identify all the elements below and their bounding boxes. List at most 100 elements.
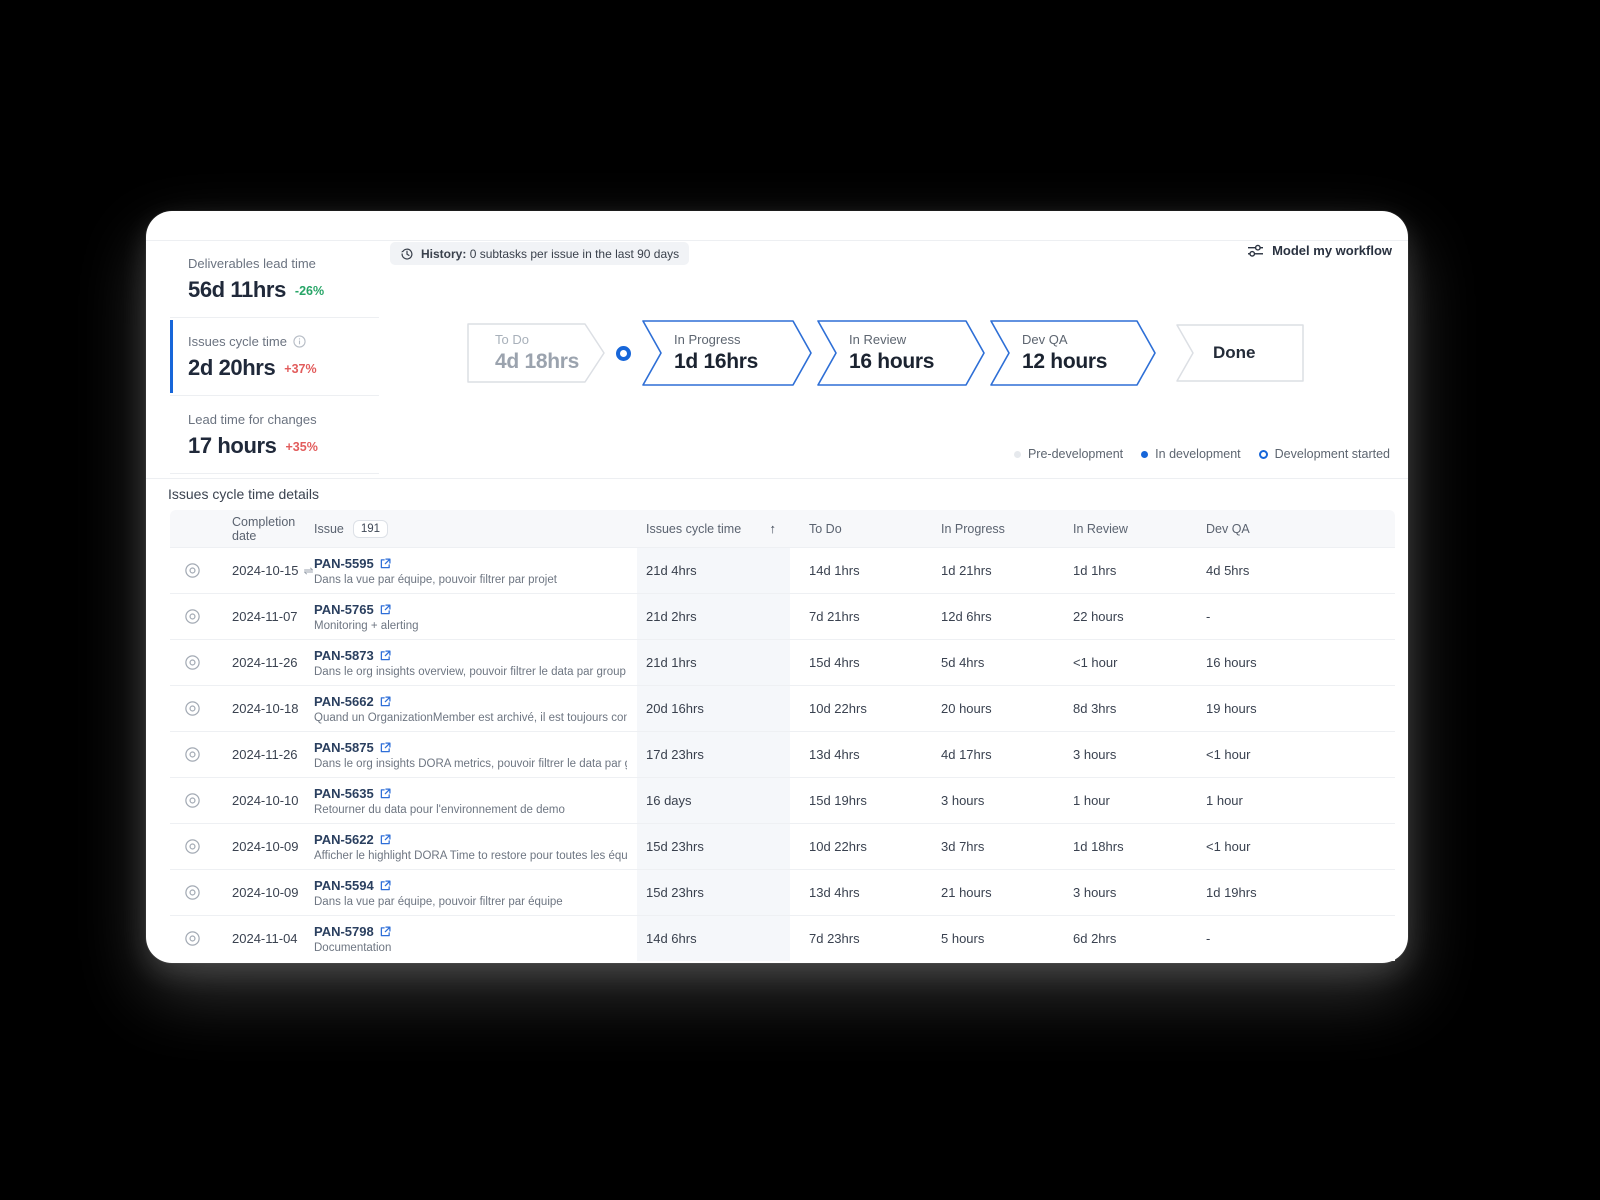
- issue-key-link[interactable]: PAN-5595: [314, 556, 374, 571]
- external-link-icon[interactable]: [380, 926, 391, 937]
- issue-key-link[interactable]: PAN-5873: [314, 648, 374, 663]
- eye-icon[interactable]: [184, 608, 201, 625]
- info-icon: [293, 335, 306, 348]
- cell-issues-cycle-time: 15d 23hrs: [637, 824, 790, 869]
- cell-to-do: 14d 1hrs: [790, 563, 922, 578]
- table-row: 2024-11-07 ⇌ PAN-5765 Monitoring + alert…: [170, 593, 1395, 639]
- issue-key-link[interactable]: PAN-5622: [314, 832, 374, 847]
- workflow-pipeline: To Do 4d 18hrs In Progress 1d 16hrs In R…: [467, 318, 1304, 388]
- cell-in-progress: 12d 6hrs: [922, 609, 1054, 624]
- issue-key-link[interactable]: PAN-5662: [314, 694, 374, 709]
- eye-icon[interactable]: [184, 654, 201, 671]
- stage-label: To Do: [495, 332, 579, 347]
- external-link-icon[interactable]: [380, 880, 391, 891]
- legend-label: Pre-development: [1028, 447, 1123, 461]
- metric-delta: -26%: [295, 284, 324, 298]
- workflow-stage-dev-qa[interactable]: Dev QA 12 hours: [990, 320, 1156, 386]
- external-link-icon[interactable]: [380, 788, 391, 799]
- eye-icon[interactable]: [184, 838, 201, 855]
- table-row: 2024-10-09 ⇌ PAN-5622 Afficher le highli…: [170, 823, 1395, 869]
- eye-icon[interactable]: [184, 746, 201, 763]
- eye-icon[interactable]: [184, 562, 201, 579]
- metric-label: Issues cycle time: [188, 334, 287, 349]
- completion-date: 2024-10-09: [232, 885, 299, 900]
- legend-label: In development: [1155, 447, 1240, 461]
- column-header-issue[interactable]: Issue 191: [314, 520, 637, 538]
- cell-issues-cycle-time: 14d 6hrs: [637, 916, 790, 961]
- cell-in-review: <1 hour: [1054, 655, 1186, 670]
- cell-in-progress: 5 hours: [922, 931, 1054, 946]
- metrics-panel: Deliverables lead time 56d 11hrs -26% Is…: [170, 240, 379, 474]
- cell-in-review: 1d 1hrs: [1054, 563, 1186, 578]
- issue-summary: Dans la vue par équipe, pouvoir filtrer …: [314, 574, 627, 586]
- column-header-to-do[interactable]: To Do: [790, 522, 922, 536]
- cell-to-do: 7d 21hrs: [790, 609, 922, 624]
- workflow-stage-done[interactable]: Done: [1176, 324, 1304, 382]
- eye-icon[interactable]: [184, 930, 201, 947]
- metric-lead-time-for-changes[interactable]: Lead time for changes 17 hours +35%: [170, 396, 379, 474]
- history-pill: History: 0 subtasks per issue in the las…: [390, 242, 689, 265]
- eye-icon[interactable]: [184, 700, 201, 717]
- eye-icon[interactable]: [184, 884, 201, 901]
- cell-to-do: 10d 22hrs: [790, 839, 922, 854]
- swap-icon: ⇌: [304, 564, 314, 578]
- issue-key-link[interactable]: PAN-5635: [314, 786, 374, 801]
- issue-key-link[interactable]: PAN-5798: [314, 924, 374, 939]
- workflow-stage-in-review[interactable]: In Review 16 hours: [817, 320, 985, 386]
- column-header-dev-qa[interactable]: Dev QA: [1186, 522, 1395, 536]
- table-body: 2024-10-15 ⇌ PAN-5595 Dans la vue par éq…: [170, 547, 1395, 961]
- cell-issues-cycle-time: 15d 23hrs: [637, 870, 790, 915]
- issue-key-link[interactable]: PAN-5765: [314, 602, 374, 617]
- model-my-workflow-button[interactable]: Model my workflow: [1247, 243, 1392, 258]
- column-header-in-progress[interactable]: In Progress: [922, 522, 1054, 536]
- external-link-icon[interactable]: [380, 650, 391, 661]
- column-header-in-review[interactable]: In Review: [1054, 522, 1186, 536]
- stage-value: 12 hours: [1022, 350, 1107, 374]
- cell-in-review: 22 hours: [1054, 609, 1186, 624]
- completion-date: 2024-11-07: [232, 609, 298, 624]
- cell-issues-cycle-time: 21d 4hrs: [637, 548, 790, 593]
- cell-in-progress: 4d 17hrs: [922, 747, 1054, 762]
- metric-deliverables-lead-time[interactable]: Deliverables lead time 56d 11hrs -26%: [170, 240, 379, 318]
- cell-in-review: 6d 2hrs: [1054, 931, 1186, 946]
- development-started-marker: [616, 346, 631, 361]
- issue-summary: Documentation: [314, 942, 627, 954]
- issue-summary: Retourner du data pour l'environnement d…: [314, 804, 627, 816]
- table-row: 2024-10-15 ⇌ PAN-5595 Dans la vue par éq…: [170, 547, 1395, 593]
- workflow-stage-todo[interactable]: To Do 4d 18hrs: [467, 323, 605, 383]
- issue-key-link[interactable]: PAN-5594: [314, 878, 374, 893]
- stage-value: 4d 18hrs: [495, 350, 579, 374]
- cell-in-progress: 21 hours: [922, 885, 1054, 900]
- cell-dev-qa: 19 hours: [1186, 701, 1395, 716]
- legend-development-started: Development started: [1259, 447, 1390, 461]
- table-row: 2024-11-26 ⇌ PAN-5873 Dans le org insigh…: [170, 639, 1395, 685]
- issue-summary: Dans le org insights overview, pouvoir f…: [314, 666, 627, 678]
- cell-issues-cycle-time: 21d 2hrs: [637, 594, 790, 639]
- external-link-icon[interactable]: [380, 604, 391, 615]
- cell-to-do: 15d 19hrs: [790, 793, 922, 808]
- external-link-icon[interactable]: [380, 834, 391, 845]
- column-header-issues-cycle-time[interactable]: Issues cycle time ↑: [637, 510, 790, 547]
- issue-key-link[interactable]: PAN-5875: [314, 740, 374, 755]
- cell-to-do: 10d 22hrs: [790, 701, 922, 716]
- column-header-completion-date[interactable]: Completion date: [215, 515, 314, 543]
- completion-date: 2024-10-18: [232, 701, 299, 716]
- pre-development-dot-icon: [1014, 451, 1021, 458]
- cell-issues-cycle-time: 21d 1hrs: [637, 640, 790, 685]
- metric-label: Deliverables lead time: [188, 256, 379, 271]
- cell-to-do: 15d 4hrs: [790, 655, 922, 670]
- workflow-stage-in-progress[interactable]: In Progress 1d 16hrs: [642, 320, 812, 386]
- external-link-icon[interactable]: [380, 558, 391, 569]
- history-clock-icon: [400, 247, 414, 261]
- cell-dev-qa: 16 hours: [1186, 655, 1395, 670]
- eye-icon[interactable]: [184, 792, 201, 809]
- cell-in-review: 1d 18hrs: [1054, 839, 1186, 854]
- external-link-icon[interactable]: [380, 696, 391, 707]
- sort-ascending-icon[interactable]: ↑: [770, 521, 777, 536]
- table-row: 2024-10-09 ⇌ PAN-5594 Dans la vue par éq…: [170, 869, 1395, 915]
- sliders-icon: [1247, 243, 1264, 258]
- issue-count-badge: 191: [353, 520, 388, 538]
- cell-dev-qa: 1d 19hrs: [1186, 885, 1395, 900]
- external-link-icon[interactable]: [380, 742, 391, 753]
- metric-issues-cycle-time[interactable]: Issues cycle time 2d 20hrs +37%: [170, 318, 379, 396]
